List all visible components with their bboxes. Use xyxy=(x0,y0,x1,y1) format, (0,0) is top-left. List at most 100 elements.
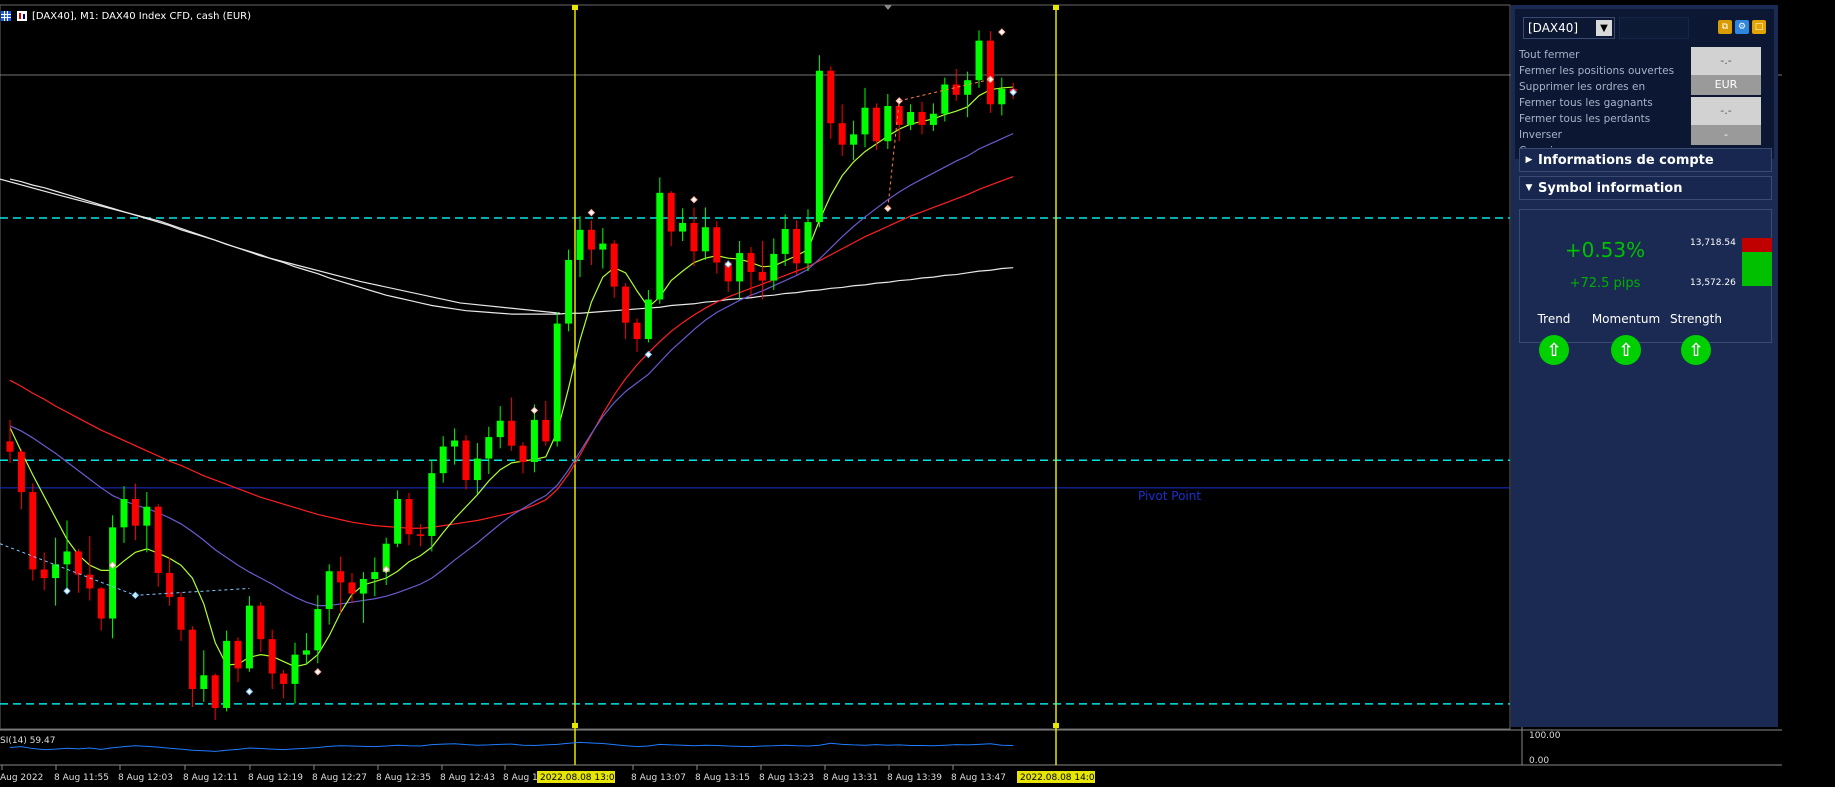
grid-icon[interactable] xyxy=(0,10,12,22)
candle-body[interactable] xyxy=(416,534,424,536)
candle-body[interactable] xyxy=(964,80,972,95)
candle-body[interactable] xyxy=(701,227,709,252)
candle-body[interactable] xyxy=(508,420,516,446)
candle-body[interactable] xyxy=(952,84,960,95)
candle-body[interactable] xyxy=(143,506,151,526)
candle-body[interactable] xyxy=(97,588,105,619)
candle-body[interactable] xyxy=(872,107,880,142)
candle-body[interactable] xyxy=(268,639,276,674)
candle-body[interactable] xyxy=(337,571,345,583)
fractal-marker[interactable] xyxy=(690,196,698,204)
candle-body[interactable] xyxy=(496,420,504,438)
candle-body[interactable] xyxy=(656,192,664,300)
candle-body[interactable] xyxy=(200,675,208,690)
candle-body[interactable] xyxy=(17,451,25,493)
candle-body[interactable] xyxy=(257,605,265,640)
candle-body[interactable] xyxy=(120,498,128,528)
candle-body[interactable] xyxy=(736,253,744,282)
action-item[interactable]: Fermer tous les gagnants xyxy=(1519,95,1674,111)
settings-icon[interactable]: ⚙ xyxy=(1735,20,1749,34)
candle-body[interactable] xyxy=(986,40,994,105)
fractal-marker[interactable] xyxy=(998,28,1006,36)
candle-body[interactable] xyxy=(302,650,310,655)
candle-body[interactable] xyxy=(827,70,835,124)
sell-box[interactable]: -.- EUR xyxy=(1691,47,1761,95)
candle-body[interactable] xyxy=(907,112,915,125)
action-item[interactable]: Supprimer les ordres en xyxy=(1519,79,1674,95)
candle-body[interactable] xyxy=(587,229,595,250)
candle-body[interactable] xyxy=(74,551,82,575)
candle-body[interactable] xyxy=(815,70,823,223)
candle-body[interactable] xyxy=(519,445,527,463)
candle-body[interactable] xyxy=(633,322,641,340)
action-item[interactable]: Inverser xyxy=(1519,127,1674,143)
fractal-marker[interactable] xyxy=(587,208,596,217)
candle-body[interactable] xyxy=(314,609,322,651)
symbol-select[interactable]: [DAX40] ▼ xyxy=(1523,17,1615,39)
volume-input[interactable] xyxy=(1619,17,1689,39)
candle-body[interactable] xyxy=(485,437,493,459)
copy-icon[interactable]: ⧉ xyxy=(1718,20,1732,34)
candle-body[interactable] xyxy=(679,222,687,232)
candle-body[interactable] xyxy=(405,498,413,535)
candle-body[interactable] xyxy=(280,673,288,684)
candle-body[interactable] xyxy=(610,243,618,287)
candle-body[interactable] xyxy=(86,574,94,589)
candle-body[interactable] xyxy=(599,243,607,250)
candle-body[interactable] xyxy=(325,571,333,610)
candle-body[interactable] xyxy=(530,419,538,463)
action-item[interactable]: Tout fermer xyxy=(1519,47,1674,63)
vline-handle[interactable] xyxy=(1053,5,1059,10)
candle-body[interactable] xyxy=(975,40,983,81)
candle-body[interactable] xyxy=(850,134,858,145)
candle-body[interactable] xyxy=(565,259,573,324)
candle-body[interactable] xyxy=(690,222,698,252)
fractal-marker[interactable] xyxy=(245,687,254,696)
expand-icon[interactable]: □ xyxy=(1752,20,1766,34)
vline-handle[interactable] xyxy=(572,723,578,728)
candle-body[interactable] xyxy=(439,446,447,474)
candle-body[interactable] xyxy=(918,112,926,125)
candle-body[interactable] xyxy=(428,473,436,536)
fractal-marker[interactable] xyxy=(63,587,71,595)
candle-body[interactable] xyxy=(781,228,789,254)
fractal-marker[interactable] xyxy=(530,406,539,415)
candle-body[interactable] xyxy=(52,564,60,579)
candle-body[interactable] xyxy=(929,113,937,125)
candle-body[interactable] xyxy=(40,569,48,579)
candle-body[interactable] xyxy=(542,419,550,442)
candle-body[interactable] xyxy=(941,84,949,114)
support-dashed-line[interactable] xyxy=(0,543,250,596)
candle-body[interactable] xyxy=(804,222,812,264)
candle-body[interactable] xyxy=(451,440,459,447)
symbol-info-header[interactable]: ▼ Symbol information xyxy=(1519,176,1772,200)
candle-body[interactable] xyxy=(553,323,561,442)
candle-body[interactable] xyxy=(770,253,778,281)
candle-body[interactable] xyxy=(109,527,117,619)
chevron-down-icon[interactable]: ▼ xyxy=(1596,20,1612,36)
action-item[interactable]: Fermer les positions ouvertes xyxy=(1519,63,1674,79)
candle-body[interactable] xyxy=(177,597,185,630)
candle-body[interactable] xyxy=(359,578,367,594)
candle-body[interactable] xyxy=(188,629,196,690)
candle-body[interactable] xyxy=(348,582,356,594)
candle-body[interactable] xyxy=(6,441,14,452)
candle-body[interactable] xyxy=(576,229,584,260)
candle-body[interactable] xyxy=(758,271,766,281)
candle-body[interactable] xyxy=(245,605,253,669)
candle-body[interactable] xyxy=(63,551,71,565)
candle-body[interactable] xyxy=(667,192,675,232)
candle-body[interactable] xyxy=(211,675,219,708)
candle-body[interactable] xyxy=(29,492,37,570)
candle-body[interactable] xyxy=(371,572,379,579)
candle-body[interactable] xyxy=(838,123,846,145)
candle-body[interactable] xyxy=(793,228,801,264)
candle-body[interactable] xyxy=(713,227,721,263)
fractal-marker[interactable] xyxy=(644,350,653,359)
candle-body[interactable] xyxy=(998,88,1006,105)
chart-type-icon[interactable] xyxy=(16,10,28,22)
candle-body[interactable] xyxy=(131,498,139,526)
account-info-header[interactable]: ▶ Informations de compte xyxy=(1519,148,1772,172)
candle-body[interactable] xyxy=(884,105,892,142)
candle-body[interactable] xyxy=(154,506,162,573)
